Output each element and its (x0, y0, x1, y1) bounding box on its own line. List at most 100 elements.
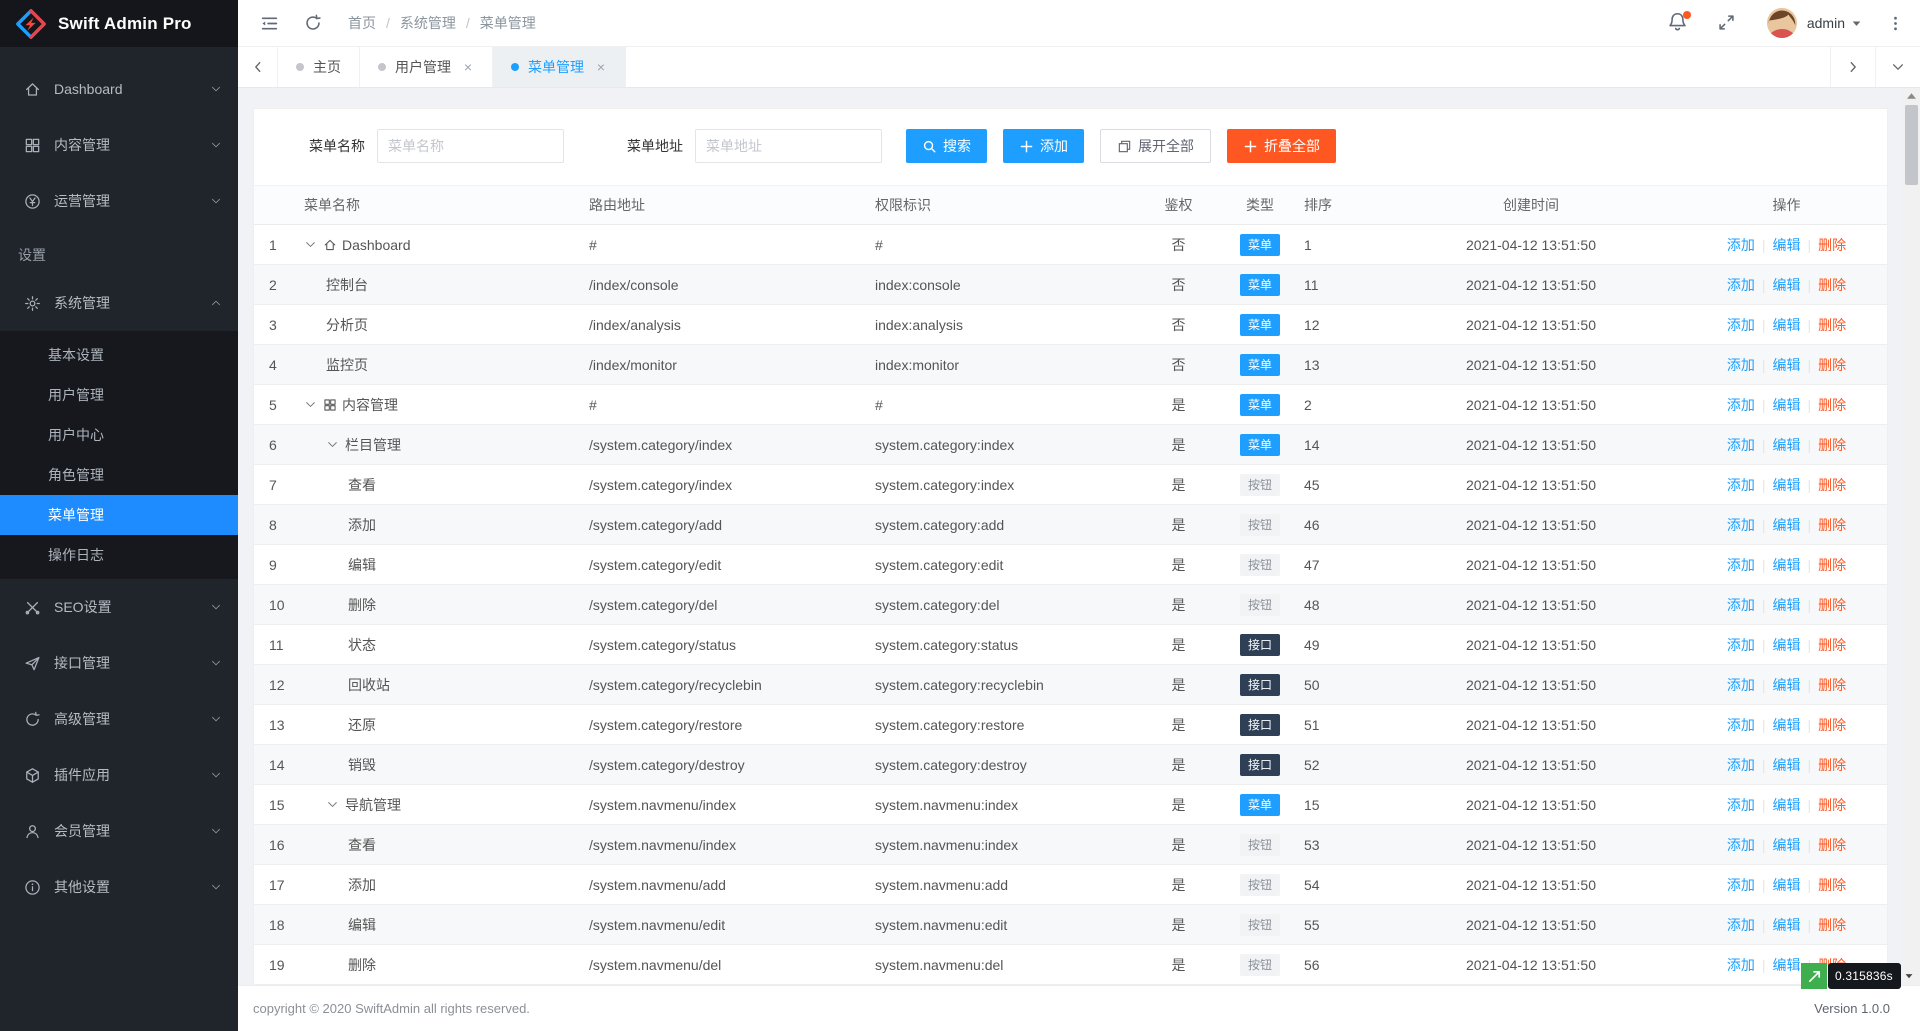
op-add-link[interactable]: 添加 (1727, 917, 1755, 933)
op-delete-link[interactable]: 删除 (1818, 517, 1846, 533)
op-add-link[interactable]: 添加 (1727, 357, 1755, 373)
op-delete-link[interactable]: 删除 (1818, 837, 1846, 853)
op-edit-link[interactable]: 编辑 (1773, 597, 1801, 613)
fullscreen-icon[interactable] (1717, 13, 1737, 33)
op-delete-link[interactable]: 删除 (1818, 677, 1846, 693)
sidebar-item-other[interactable]: 其他设置 (0, 859, 238, 915)
op-add-link[interactable]: 添加 (1727, 437, 1755, 453)
op-edit-link[interactable]: 编辑 (1773, 357, 1801, 373)
op-add-link[interactable]: 添加 (1727, 517, 1755, 533)
op-edit-link[interactable]: 编辑 (1773, 557, 1801, 573)
op-delete-link[interactable]: 删除 (1818, 237, 1846, 253)
notifications-bell-icon[interactable] (1667, 11, 1691, 35)
op-delete-link[interactable]: 删除 (1818, 437, 1846, 453)
op-delete-link[interactable]: 删除 (1818, 637, 1846, 653)
sidebar-item-api[interactable]: 接口管理 (0, 635, 238, 691)
tab-close-icon[interactable]: × (462, 59, 474, 75)
op-add-link[interactable]: 添加 (1727, 477, 1755, 493)
op-delete-link[interactable]: 删除 (1818, 557, 1846, 573)
more-options-icon[interactable] (1884, 12, 1906, 34)
page-speed-badge[interactable]: 0.315836s (1801, 963, 1914, 989)
op-add-link[interactable]: 添加 (1727, 277, 1755, 293)
op-delete-link[interactable]: 删除 (1818, 597, 1846, 613)
op-delete-link[interactable]: 删除 (1818, 317, 1846, 333)
tab-close-icon[interactable]: × (595, 59, 607, 75)
menu-name-input[interactable] (377, 129, 564, 163)
op-add-link[interactable]: 添加 (1727, 597, 1755, 613)
user-menu[interactable]: admin (1807, 15, 1862, 31)
chevron-down-icon[interactable] (304, 398, 317, 411)
search-button[interactable]: 搜索 (906, 129, 987, 163)
op-edit-link[interactable]: 编辑 (1773, 437, 1801, 453)
collapse-sidebar-icon[interactable] (256, 10, 282, 36)
sidebar-item-system[interactable]: 系统管理 (0, 275, 238, 331)
op-edit-link[interactable]: 编辑 (1773, 317, 1801, 333)
op-edit-link[interactable]: 编辑 (1773, 917, 1801, 933)
op-edit-link[interactable]: 编辑 (1773, 957, 1801, 973)
op-edit-link[interactable]: 编辑 (1773, 517, 1801, 533)
op-add-link[interactable]: 添加 (1727, 237, 1755, 253)
sidebar-item-advanced[interactable]: 高级管理 (0, 691, 238, 747)
op-edit-link[interactable]: 编辑 (1773, 397, 1801, 413)
tabs-scroll-left-icon[interactable] (238, 47, 278, 87)
collapse-all-button[interactable]: 折叠全部 (1227, 129, 1336, 163)
op-edit-link[interactable]: 编辑 (1773, 797, 1801, 813)
tab-item[interactable]: 主页 (278, 47, 360, 87)
sidebar-item-seo[interactable]: SEO设置 (0, 579, 238, 635)
op-add-link[interactable]: 添加 (1727, 877, 1755, 893)
refresh-icon[interactable] (300, 10, 326, 36)
op-add-link[interactable]: 添加 (1727, 317, 1755, 333)
op-delete-link[interactable]: 删除 (1818, 917, 1846, 933)
menu-url-input[interactable] (695, 129, 882, 163)
op-edit-link[interactable]: 编辑 (1773, 237, 1801, 253)
scrollbar-thumb[interactable] (1905, 105, 1918, 185)
op-add-link[interactable]: 添加 (1727, 557, 1755, 573)
op-add-link[interactable]: 添加 (1727, 717, 1755, 733)
op-add-link[interactable]: 添加 (1727, 957, 1755, 973)
sidebar-item-content[interactable]: 内容管理 (0, 117, 238, 173)
chevron-down-icon[interactable] (326, 438, 339, 451)
op-add-link[interactable]: 添加 (1727, 637, 1755, 653)
op-delete-link[interactable]: 删除 (1818, 877, 1846, 893)
sidebar-subitem[interactable]: 用户中心 (0, 415, 238, 455)
op-add-link[interactable]: 添加 (1727, 677, 1755, 693)
sidebar-subitem[interactable]: 操作日志 (0, 535, 238, 575)
breadcrumb-item[interactable]: 系统管理 (400, 13, 456, 33)
op-edit-link[interactable]: 编辑 (1773, 637, 1801, 653)
op-edit-link[interactable]: 编辑 (1773, 877, 1801, 893)
op-add-link[interactable]: 添加 (1727, 797, 1755, 813)
op-edit-link[interactable]: 编辑 (1773, 277, 1801, 293)
breadcrumb-item[interactable]: 菜单管理 (480, 13, 536, 33)
scrollbar-up-arrow-icon[interactable] (1903, 88, 1920, 103)
op-delete-link[interactable]: 删除 (1818, 797, 1846, 813)
op-edit-link[interactable]: 编辑 (1773, 757, 1801, 773)
op-delete-link[interactable]: 删除 (1818, 477, 1846, 493)
expand-all-button[interactable]: 展开全部 (1100, 129, 1211, 163)
op-add-link[interactable]: 添加 (1727, 837, 1755, 853)
tab-active[interactable]: 菜单管理 × (493, 47, 626, 87)
op-edit-link[interactable]: 编辑 (1773, 477, 1801, 493)
op-edit-link[interactable]: 编辑 (1773, 717, 1801, 733)
caret-down-icon[interactable] (1904, 971, 1914, 981)
chevron-down-icon[interactable] (326, 798, 339, 811)
sidebar-item-member[interactable]: 会员管理 (0, 803, 238, 859)
op-delete-link[interactable]: 删除 (1818, 717, 1846, 733)
sidebar-item-plugin[interactable]: 插件应用 (0, 747, 238, 803)
avatar[interactable] (1766, 8, 1797, 38)
sidebar-subitem[interactable]: 用户管理 (0, 375, 238, 415)
sidebar-item-dashboard[interactable]: Dashboard (0, 61, 238, 117)
tabs-scroll-right-icon[interactable] (1830, 47, 1875, 87)
op-add-link[interactable]: 添加 (1727, 397, 1755, 413)
tab-item[interactable]: 用户管理 × (360, 47, 493, 87)
op-delete-link[interactable]: 删除 (1818, 757, 1846, 773)
breadcrumb-item[interactable]: 首页 (348, 13, 376, 33)
chevron-down-icon[interactable] (304, 238, 317, 251)
op-add-link[interactable]: 添加 (1727, 757, 1755, 773)
add-button[interactable]: 添加 (1003, 129, 1084, 163)
op-edit-link[interactable]: 编辑 (1773, 837, 1801, 853)
sidebar-subitem[interactable]: 基本设置 (0, 335, 238, 375)
sidebar-item-operation[interactable]: 运营管理 (0, 173, 238, 229)
op-delete-link[interactable]: 删除 (1818, 397, 1846, 413)
tabs-menu-icon[interactable] (1875, 47, 1920, 87)
op-delete-link[interactable]: 删除 (1818, 357, 1846, 373)
